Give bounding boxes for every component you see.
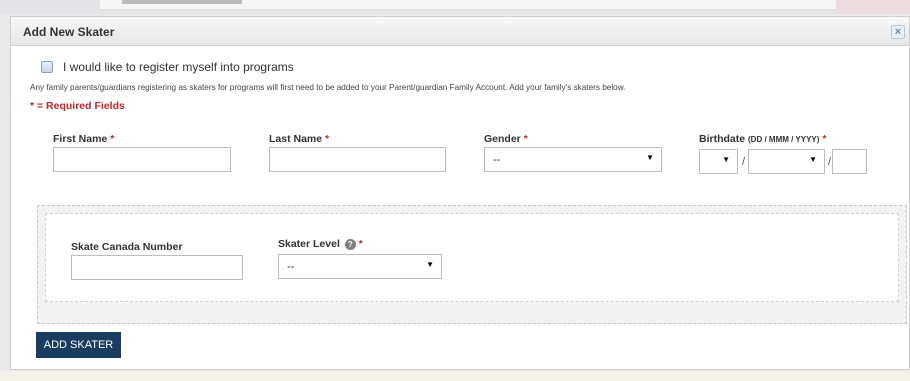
skater-details-section: Skate Canada Number Skater Level? * -- ▼: [37, 205, 907, 324]
add-skater-dialog: Add New Skater × I would like to registe…: [10, 16, 910, 370]
skater-details-panel: Skate Canada Number Skater Level? * -- ▼: [45, 213, 899, 302]
birthdate-month-select[interactable]: ▼: [748, 149, 825, 174]
chevron-down-icon: ▼: [426, 260, 434, 269]
gender-select[interactable]: -- ▼: [484, 147, 662, 172]
background-accent: [836, 0, 910, 14]
chevron-down-icon: ▼: [809, 155, 817, 164]
help-icon[interactable]: ?: [344, 238, 356, 250]
skater-level-value: --: [287, 261, 295, 273]
first-name-label: First Name *: [53, 133, 115, 145]
close-icon[interactable]: ×: [891, 25, 905, 39]
skater-level-select[interactable]: -- ▼: [278, 254, 442, 279]
skate-canada-number-input[interactable]: [71, 255, 243, 280]
birthdate-separator: /: [828, 156, 832, 168]
chevron-down-icon: ▼: [722, 155, 730, 164]
register-self-checkbox[interactable]: [41, 61, 53, 73]
chevron-down-icon: ▼: [646, 153, 654, 162]
background-tab: [122, 0, 242, 4]
dialog-titlebar: Add New Skater ×: [11, 17, 909, 46]
first-name-input[interactable]: [53, 147, 231, 172]
skate-canada-number-label: Skate Canada Number: [71, 241, 183, 253]
background-toolbar: [100, 0, 836, 10]
info-text: Any family parents/guardians registering…: [30, 83, 626, 92]
birthdate-separator: /: [742, 156, 746, 168]
gender-label: Gender *: [484, 133, 528, 145]
last-name-label: Last Name *: [269, 133, 330, 145]
skater-level-label: Skater Level? *: [278, 238, 363, 250]
last-name-input[interactable]: [269, 147, 446, 172]
add-skater-button[interactable]: ADD SKATER: [36, 332, 121, 358]
page-bottom-strip: [0, 371, 910, 381]
birthdate-day-select[interactable]: ▼: [699, 149, 738, 174]
register-self-label[interactable]: I would like to register myself into pro…: [63, 60, 294, 74]
gender-value: --: [493, 154, 501, 166]
register-self-row: I would like to register myself into pro…: [41, 60, 294, 74]
required-fields-note: * = Required Fields: [30, 100, 125, 112]
dialog-body: I would like to register myself into pro…: [11, 47, 909, 369]
birthdate-year-input[interactable]: [832, 149, 867, 174]
background-page-strip: [0, 0, 910, 14]
dialog-title: Add New Skater: [23, 25, 115, 39]
birthdate-label: Birthdate (DD / MMM / YYYY) *: [699, 133, 827, 145]
